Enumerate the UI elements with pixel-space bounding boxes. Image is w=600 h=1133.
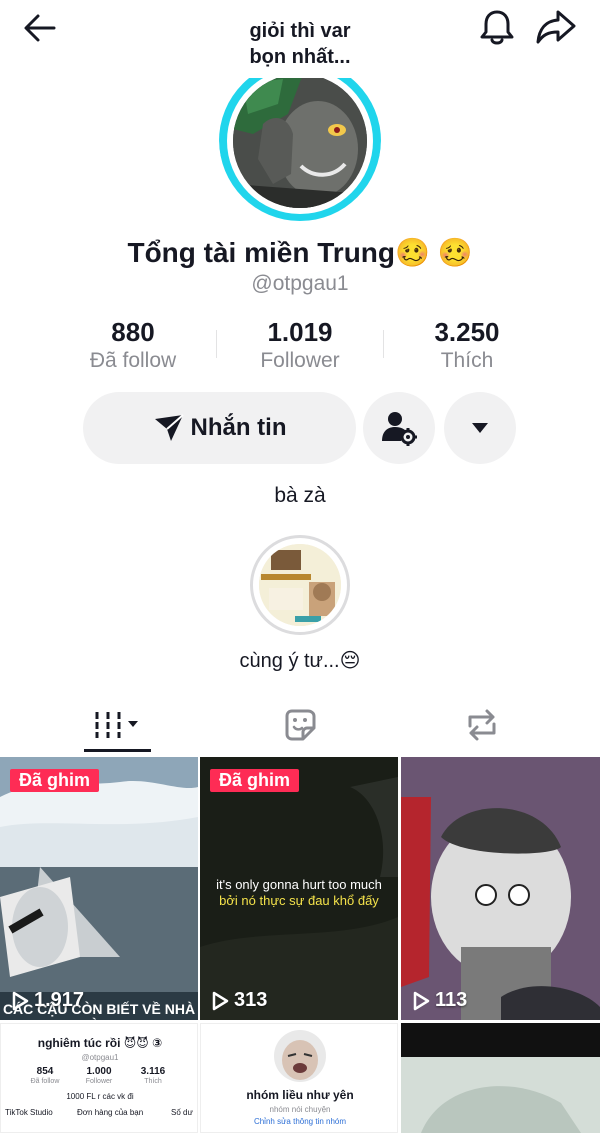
video-thumbnail[interactable]: Đã ghim it's only gonna hurt too much bở…	[200, 757, 398, 1020]
bio: bà zà	[274, 484, 326, 507]
view-count-value: 113	[435, 989, 468, 1011]
play-icon	[212, 991, 229, 1010]
stat-label: Thích	[440, 349, 494, 372]
view-count: 113	[411, 989, 467, 1012]
thumb-link: TikTok Studio	[5, 1108, 53, 1117]
stat-following[interactable]: 880 Đã follow	[50, 316, 216, 374]
add-friend-button[interactable]	[363, 392, 435, 464]
stat-label: Follower	[260, 349, 340, 372]
stat-value: 880	[111, 317, 155, 347]
thumb-group-name: nhóm liều như yên	[246, 1088, 354, 1102]
content-tabs	[0, 696, 600, 754]
send-icon	[154, 414, 184, 441]
profile-stats: 880 Đã follow 1.019 Follower 3.250 Thích	[50, 316, 550, 376]
view-count-value: 313	[234, 989, 268, 1011]
video-caption-en: it's only gonna hurt too much	[216, 877, 382, 892]
pinned-badge: Đã ghim	[210, 769, 300, 792]
thumb-group-sub: nhóm nói chuyện	[269, 1105, 331, 1114]
video-thumbnail[interactable]	[401, 1023, 600, 1133]
add-friend-icon	[382, 412, 417, 446]
notification-button[interactable]	[476, 6, 518, 48]
display-name: Tổng tài miền Trung🥴 🥴	[127, 237, 473, 268]
message-button[interactable]: Nhắn tin	[83, 392, 356, 464]
active-tab-indicator	[84, 749, 151, 752]
avatar-image	[233, 78, 367, 208]
share-button[interactable]	[534, 6, 578, 48]
video-caption-vi: bởi nó thực sự đau khổ đấy	[219, 893, 379, 908]
tab-stickers[interactable]	[200, 696, 400, 754]
highlight-label: cùng ý tư...😔	[239, 650, 361, 672]
page-title: giỏi thì var bọn nhất...	[200, 18, 400, 70]
video-thumbnail[interactable]: 113	[401, 757, 600, 1020]
bell-icon	[480, 10, 514, 45]
story-highlight[interactable]	[250, 535, 350, 635]
videos-grid-icon	[95, 712, 138, 738]
stat-label: Đã follow	[89, 349, 177, 372]
tab-videos[interactable]	[17, 696, 217, 754]
thumb-link: Số dư	[171, 1108, 193, 1117]
profile-avatar[interactable]	[219, 78, 381, 221]
view-count: 1.917	[10, 989, 84, 1012]
top-bar: giỏi thì var bọn nhất...	[0, 0, 600, 80]
play-icon	[12, 991, 29, 1010]
view-count-value: 1.917	[34, 989, 85, 1011]
play-icon	[413, 991, 430, 1010]
stat-value: 1.019	[267, 317, 333, 347]
back-button[interactable]	[20, 8, 60, 48]
thumb-bio: 1000 FL r các vk đi	[66, 1092, 134, 1101]
thumb-link: Đơn hàng của bạn	[77, 1108, 144, 1117]
pinned-badge: Đã ghim	[10, 769, 100, 792]
repost-icon	[468, 709, 496, 741]
more-options-button[interactable]	[444, 392, 516, 464]
thumb-stat-label: Đã follow	[30, 1078, 60, 1085]
message-button-label: Nhắn tin	[190, 414, 287, 441]
share-icon	[536, 10, 576, 44]
thumb-profile-name: nghiêm túc rồi 😈😈 ③	[37, 1036, 163, 1050]
thumb-stat: 3.116	[140, 1066, 166, 1077]
thumb-profile-handle: @otpgau1	[81, 1053, 119, 1062]
title-line-2: bọn nhất...	[249, 46, 351, 68]
sticker-icon	[285, 709, 316, 741]
title-line-1: giỏi thì var	[249, 20, 351, 42]
thumb-stat-label: Thích	[144, 1078, 162, 1085]
thumb-stat: 854	[36, 1066, 54, 1077]
thumb-stat: 1.000	[86, 1066, 112, 1077]
video-thumbnail[interactable]: nghiêm túc rồi 😈😈 ③ @otpgau1 854 Đã foll…	[0, 1023, 198, 1133]
video-grid: Đã ghim CÁC CẬU CÒN BIẾT VỀ NHÀ À? 1.917…	[0, 757, 600, 1133]
stat-likes[interactable]: 3.250 Thích	[384, 316, 550, 374]
stat-value: 3.250	[434, 317, 500, 347]
view-count: 313	[210, 989, 267, 1012]
group-avatar	[274, 1030, 326, 1082]
tab-reposts[interactable]	[382, 696, 582, 754]
back-arrow-icon	[24, 14, 56, 42]
thumb-stat-label: Follower	[85, 1078, 113, 1085]
highlight-thumbnail	[259, 544, 341, 626]
video-thumbnail[interactable]: nhóm liều như yên nhóm nói chuyện Chỉnh …	[200, 1023, 398, 1133]
username: @otpgau1	[251, 272, 349, 295]
video-thumbnail[interactable]: Đã ghim CÁC CẬU CÒN BIẾT VỀ NHÀ À? 1.917	[0, 757, 198, 1020]
chevron-down-icon	[472, 423, 488, 433]
stat-followers[interactable]: 1.019 Follower	[217, 316, 383, 374]
thumb-group-link: Chỉnh sửa thông tin nhóm	[253, 1117, 347, 1126]
